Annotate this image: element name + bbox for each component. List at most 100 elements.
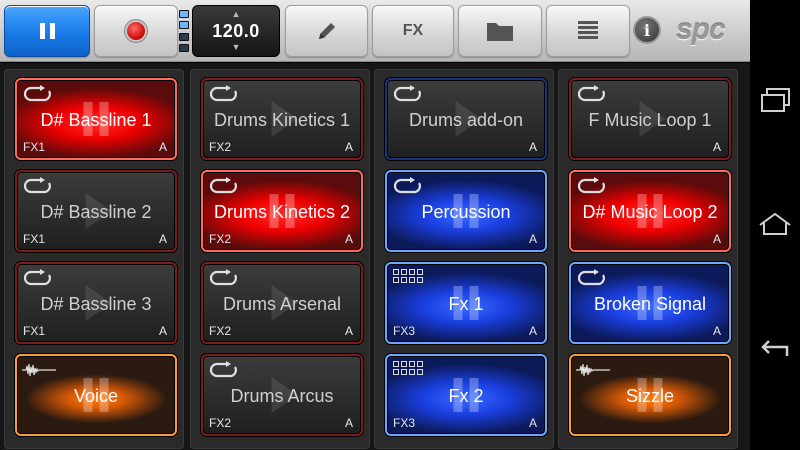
pad-title: Voice — [73, 386, 119, 406]
list-icon — [578, 21, 598, 39]
pad-fx-label: FX2 — [209, 416, 232, 430]
pad-fx-label: FX2 — [209, 232, 232, 246]
pad[interactable]: Sizzle — [569, 354, 731, 436]
pad[interactable]: D# Bassline 3 FX1 A — [15, 262, 177, 344]
loop-icon — [393, 177, 421, 194]
pad-title: Sizzle — [625, 386, 674, 406]
tempo-down-icon[interactable]: ▼ — [232, 43, 241, 52]
pencil-icon — [318, 23, 335, 39]
record-icon — [127, 22, 145, 40]
pause-icon — [39, 23, 55, 39]
pad[interactable]: Drums Arcus FX2 A — [201, 354, 363, 436]
pad-bank-label: A — [344, 232, 353, 246]
pad-column-4: F Music Loop 1 A D# Music Loop 2 A Broken Si… — [558, 69, 738, 449]
pad[interactable]: D# Music Loop 2 A — [569, 170, 731, 252]
pad-bank-label: A — [158, 324, 167, 338]
waveform-icon — [576, 363, 610, 377]
list-button[interactable] — [546, 5, 630, 57]
pad-grid: D# Bassline 1 FX1 A D# Bassline 2 FX1 A D# Bas… — [0, 63, 750, 450]
pad[interactable]: Drums add-on A — [385, 78, 547, 160]
loop-icon — [393, 85, 421, 102]
pad-bank-label: A — [158, 140, 167, 154]
pad-fx-label: FX1 — [23, 232, 46, 246]
pad-bank-label: A — [344, 140, 353, 154]
tempo-up-icon[interactable]: ▲ — [232, 10, 241, 19]
pad-fx-label: FX1 — [23, 324, 46, 338]
loop-icon — [577, 269, 605, 286]
pad-fx-label: FX1 — [23, 140, 46, 154]
loop-icon — [209, 269, 237, 286]
pad-bank-label: A — [712, 324, 721, 338]
toolbar: ▲ 120.0 ▼ FX i spc — [0, 0, 750, 62]
pad-title: D# Bassline 1 — [40, 110, 152, 130]
pad-bank-label: A — [528, 324, 537, 338]
pad-column-1: D# Bassline 1 FX1 A D# Bassline 2 FX1 A D# Bas… — [4, 69, 184, 449]
app-logo: spc — [676, 13, 726, 46]
loop-icon — [23, 177, 51, 194]
pad-bank-label: A — [344, 416, 353, 430]
pad[interactable]: Percussion A — [385, 170, 547, 252]
pad[interactable]: Drums Arsenal FX2 A — [201, 262, 363, 344]
android-nav-bar — [750, 0, 800, 450]
sequencer-grid-icon — [393, 269, 423, 287]
pad-bank-label: A — [528, 416, 537, 430]
sequencer-grid-icon — [393, 361, 423, 379]
pad-title: Drums add-on — [408, 110, 524, 130]
pad-bank-label: A — [158, 232, 167, 246]
pad-title: Fx 2 — [448, 386, 484, 406]
pad-title: F Music Loop 1 — [588, 110, 712, 130]
loop-icon — [577, 177, 605, 194]
recent-apps-icon[interactable] — [757, 86, 793, 114]
tempo-control[interactable]: ▲ 120.0 ▼ — [192, 5, 280, 57]
pad-fx-label: FX2 — [209, 324, 232, 338]
folder-button[interactable] — [458, 5, 542, 57]
fx-label: FX — [402, 22, 424, 39]
waveform-icon — [22, 363, 56, 377]
pad[interactable]: Broken Signal A — [569, 262, 731, 344]
loop-icon — [577, 85, 605, 102]
pad[interactable]: Drums Kinetics 2 FX2 A — [201, 170, 363, 252]
fx-button[interactable]: FX — [372, 5, 454, 57]
pad-bank-label: A — [712, 140, 721, 154]
pad-title: D# Bassline 3 — [40, 294, 152, 314]
pad[interactable]: F Music Loop 1A — [569, 78, 731, 160]
pad[interactable]: D# Bassline 2 FX1 A — [15, 170, 177, 252]
edit-button[interactable] — [285, 5, 368, 57]
loop-icon — [209, 361, 237, 378]
pad-title: Drums Arsenal — [222, 294, 342, 314]
loop-icon — [23, 269, 51, 286]
pad-title: Drums Arcus — [230, 386, 334, 406]
pad-title: Percussion — [421, 202, 511, 222]
pad[interactable]: Fx 2 FX3 A — [385, 354, 547, 436]
pad-bank-label: A — [528, 232, 537, 246]
info-icon[interactable]: i — [633, 16, 661, 44]
pad[interactable]: Fx 1 FX3 A — [385, 262, 547, 344]
pad-title: Drums Kinetics 1 — [213, 110, 351, 130]
pad-bank-label: A — [712, 232, 721, 246]
pad-bank-label: A — [344, 324, 353, 338]
pad-title: Broken Signal — [593, 294, 707, 314]
pad[interactable]: Drums Kinetics 1 FX2 A — [201, 78, 363, 160]
tempo-step-indicator — [179, 10, 189, 52]
pad[interactable]: Voice — [15, 354, 177, 436]
pad-title: D# Music Loop 2 — [582, 202, 718, 222]
pad[interactable]: D# Bassline 1 FX1 A — [15, 78, 177, 160]
loop-icon — [209, 177, 237, 194]
pad-title: Fx 1 — [448, 294, 484, 314]
loop-icon — [209, 85, 237, 102]
folder-icon — [487, 23, 513, 41]
loop-icon — [23, 85, 51, 102]
record-button[interactable] — [94, 5, 178, 57]
pad-column-2: Drums Kinetics 1 FX2 A Drums Kinetics 2 FX2 A… — [190, 69, 370, 449]
pad-fx-label: FX2 — [209, 140, 232, 154]
pad-title: D# Bassline 2 — [40, 202, 152, 222]
pad-column-3: Drums add-on A Percussion A Fx 1 FX3 A Fx 2 FX3 A — [374, 69, 554, 449]
tempo-value: 120.0 — [212, 21, 260, 41]
back-icon[interactable] — [757, 334, 793, 362]
pause-button[interactable] — [4, 5, 90, 57]
pad-fx-label: FX3 — [393, 416, 416, 430]
pad-title: Drums Kinetics 2 — [213, 202, 351, 222]
pad-bank-label: A — [528, 140, 537, 154]
home-icon[interactable] — [757, 210, 793, 238]
pad-fx-label: FX3 — [393, 324, 416, 338]
